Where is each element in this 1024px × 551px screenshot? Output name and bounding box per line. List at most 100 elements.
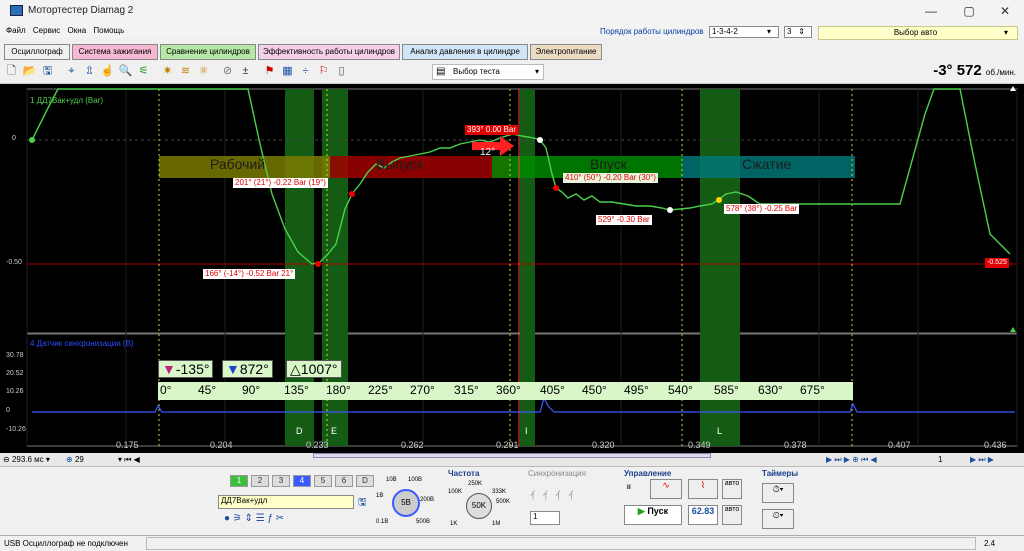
flag-icon[interactable]: ⚐ <box>316 64 331 79</box>
zoom-icon[interactable]: 🔍 <box>118 64 133 79</box>
channel-name-value: ДД7Вак+удл <box>221 496 268 505</box>
close-button[interactable]: ✕ <box>986 0 1024 22</box>
trigger-icon[interactable]: ⚟ <box>136 64 151 79</box>
divide-icon[interactable]: ÷ <box>298 64 313 79</box>
timer-dropdown-2[interactable]: ⏲▾ <box>762 509 794 529</box>
annotation-201: 201° (21°) -0.22 Bar (19°) <box>233 178 328 188</box>
tab-cylinder-efficiency[interactable]: Эффективность работы цилиндров <box>258 44 400 60</box>
rpm-readout: -3° 572 об./мин. <box>933 62 1016 79</box>
menu-file[interactable]: Файл <box>6 26 26 35</box>
open-folder-icon[interactable]: 📂 <box>22 64 37 79</box>
start-button[interactable]: ▶ Пуск <box>624 505 682 525</box>
timebase-control[interactable]: ⊖ 293.6 мс ▾ <box>3 455 50 464</box>
scale-arrow-icon[interactable] <box>1010 327 1016 332</box>
freq-label: 100K <box>448 489 463 495</box>
tab-pressure-analysis[interactable]: Анализ давления в цилиндре <box>402 44 528 60</box>
save-channel-icon[interactable]: 🖫 <box>358 495 367 512</box>
channel1-label: 1 ДД7Вак+удл (Bar) <box>30 96 103 105</box>
range-knob[interactable]: 5В 10В 100В 1В 200В 0.1В 500В <box>376 477 436 533</box>
freq-knob[interactable]: 50K 250K 100K 333K 500K 1K 1M <box>444 479 514 533</box>
auto-select[interactable]: Выбор авто ▾ <box>818 26 1018 40</box>
timer-dropdown-1[interactable]: ⏱▾ <box>762 483 794 503</box>
pulse-wave-button[interactable]: ⌇ <box>688 479 718 499</box>
pause-icon[interactable]: ⏸ <box>626 481 632 494</box>
x-tick: 0.204 <box>210 440 233 450</box>
cursor-icon[interactable]: ⌖ <box>64 64 79 79</box>
freq-label: 1M <box>492 521 501 527</box>
angle-tick: 315° <box>454 383 479 397</box>
test-select[interactable]: ▤ Выбор теста ▾ <box>432 64 544 80</box>
freq-label: 500K <box>496 499 511 505</box>
channel-d-button[interactable]: D <box>356 475 374 487</box>
angle-tick: 405° <box>540 383 565 397</box>
scroll-track[interactable] <box>313 453 711 458</box>
menu-service[interactable]: Сервис <box>33 26 60 35</box>
cylinder-order-label: Порядок работы цилиндров <box>600 27 704 36</box>
point-393 <box>537 137 543 143</box>
minimize-button[interactable]: — <box>912 0 950 22</box>
annotation-12deg: 12° <box>480 147 496 158</box>
tab-power[interactable]: Электропитание <box>530 44 602 60</box>
zoom-control[interactable]: ⊕ 29 <box>66 455 84 464</box>
stop-icon[interactable]: ⊘ <box>220 64 235 79</box>
save-icon[interactable]: 🖫 <box>40 64 55 79</box>
sync-edge-icons[interactable]: ⺅ ⺅ ⺅ ⺅ <box>530 487 578 502</box>
hand-icon[interactable]: ☝ <box>100 64 115 79</box>
status-text: USB Осциллограф не подключен <box>4 539 128 548</box>
freq-title: Частота <box>448 469 480 478</box>
cylinder-order-select[interactable]: 1-3-4-2 ▾ <box>709 26 779 38</box>
toolbar: 🗋 📂 🖫 ⌖ ⇫ ☝ 🔍 ⚟ ✷ ≋ ⚛ ⊘ ± ⚑ ▦ ÷ ⚐ ▯ ▤ Выб… <box>0 60 1024 84</box>
annotation-410: 410° (50°) -0.20 Bar (30°) <box>563 173 658 183</box>
x-squared-icon[interactable]: ± <box>238 64 253 79</box>
new-file-icon[interactable]: 🗋 <box>4 64 19 79</box>
sine-wave-button[interactable]: ∿ <box>650 479 682 499</box>
channel-4-button[interactable]: 4 <box>293 475 311 487</box>
table-icon[interactable]: ▦ <box>280 64 295 79</box>
tab-cylinder-compare[interactable]: Сравнение цилиндров <box>160 44 256 60</box>
sync-channel-select[interactable]: 1 <box>530 511 560 525</box>
pattern-icon[interactable]: ⚛ <box>196 64 211 79</box>
page-icon[interactable]: ▯ <box>334 64 349 79</box>
point-166 <box>315 261 321 267</box>
channel-name-field[interactable]: ДД7Вак+удл <box>218 495 354 509</box>
channel-5-button[interactable]: 5 <box>314 475 332 487</box>
oscilloscope-display[interactable]: 1 ДД7Вак+удл (Bar) 4 Датчик синхронизаци… <box>0 84 1024 453</box>
marker1-readout[interactable]: ▼-135° <box>158 360 214 378</box>
phase-label-exhaust: Выпуск <box>376 156 423 172</box>
timebase-bar: ⊖ 293.6 мс ▾ ⊕ 29 ▾ ⏮ ◀ ▶ ⏭ ▶ ⊕ ⏮ ◀ 1 ▶ … <box>0 453 1024 467</box>
marker2-readout[interactable]: ▼872° <box>222 360 273 378</box>
channel-6-button[interactable]: 6 <box>335 475 353 487</box>
nav-right-buttons[interactable]: ▶ ⏭ ▶ ⊕ ⏮ ◀ <box>826 455 877 465</box>
range-label: 1В <box>376 493 384 499</box>
channel-2-button[interactable]: 2 <box>251 475 269 487</box>
range-label: 10В <box>386 477 397 483</box>
ch1-zero-marker[interactable] <box>29 137 35 143</box>
cylinder-count-spinner[interactable]: 3 ⇕ <box>784 26 812 38</box>
x-tick: 0.291 <box>496 440 519 450</box>
spark-icon[interactable]: ✷ <box>160 64 175 79</box>
waveform-icon[interactable]: ≋ <box>178 64 193 79</box>
markers-icon[interactable]: ⇫ <box>82 64 97 79</box>
channel-3-button[interactable]: 3 <box>272 475 290 487</box>
maximize-button[interactable]: ▢ <box>950 0 988 22</box>
channel-1-button[interactable]: 1 <box>230 475 248 487</box>
tab-ignition[interactable]: Система зажигания <box>72 44 158 60</box>
cylinder-order-value: 1-3-4-2 <box>712 27 738 36</box>
page-nav-buttons[interactable]: ▶ ⏭ ▶ <box>970 455 994 465</box>
auto-button-1[interactable]: авто <box>722 479 742 499</box>
channel-tools[interactable]: ● ⚞ ⇕ ☰ ƒ ✂ <box>224 513 284 524</box>
auto-button-2[interactable]: авто <box>722 505 742 525</box>
angle-tick: 540° <box>668 383 693 397</box>
timebase-minus-icon[interactable]: ⊖ <box>3 455 10 464</box>
menu-help[interactable]: Помощь <box>93 26 124 35</box>
y2-tick: 0 <box>6 407 10 414</box>
range-label: 100В <box>408 477 423 483</box>
nav-left-buttons[interactable]: ▾ ⏮ ◀ <box>118 455 140 465</box>
delta-value: 1007° <box>300 361 338 377</box>
zoom-plus-icon[interactable]: ⊕ <box>66 455 73 464</box>
filter-icon[interactable]: ⚑ <box>262 64 277 79</box>
point-410 <box>553 185 559 191</box>
menu-windows[interactable]: Окна <box>68 26 87 35</box>
angle-tick: 270° <box>410 383 435 397</box>
tab-oscilloscope[interactable]: Осциллограф <box>4 44 70 60</box>
